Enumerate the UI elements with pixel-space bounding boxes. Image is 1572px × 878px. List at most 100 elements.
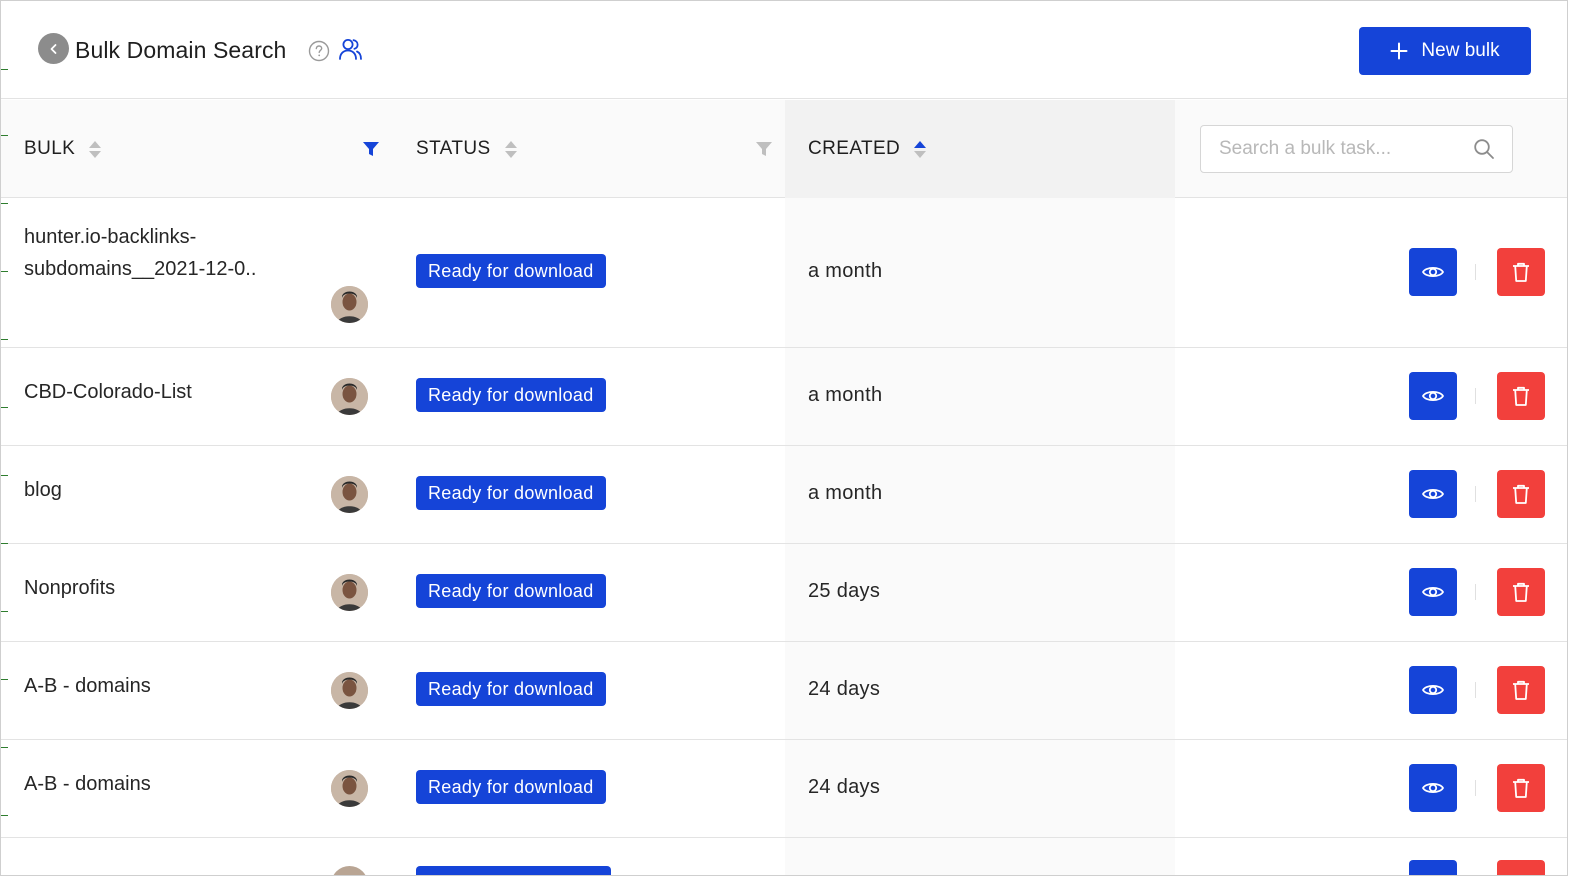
table-header: BULK STATUS CREATED (1, 100, 1567, 198)
column-header-created[interactable]: CREATED (808, 100, 927, 198)
delete-button[interactable] (1497, 372, 1545, 420)
created-date: 24 days (808, 678, 881, 700)
table-row: A-B - domains Ready for download 24 days (1, 642, 1567, 740)
eye-icon (1421, 684, 1445, 696)
table-row: A-B - domains Ready for download 24 days (1, 740, 1567, 838)
table-row (1, 838, 1567, 875)
edge-marker (1, 543, 8, 544)
view-button[interactable] (1409, 860, 1457, 875)
sort-ascending-icon[interactable] (914, 140, 927, 158)
column-header-status-label: STATUS (416, 138, 491, 159)
eye-icon (1421, 266, 1445, 278)
avatar (331, 574, 368, 611)
view-button[interactable] (1409, 372, 1457, 420)
avatar (331, 378, 368, 415)
status-badge: Ready for download (416, 574, 606, 608)
avatar (331, 672, 368, 709)
bulk-name[interactable]: hunter.io-backlinks- subdomains__2021-12… (24, 221, 256, 285)
table-row: Nonprofits Ready for download 25 days (1, 544, 1567, 642)
created-date: 25 days (808, 580, 881, 602)
action-divider (1475, 264, 1476, 280)
created-date: 24 days (808, 776, 881, 798)
question-circle-icon[interactable] (308, 40, 330, 62)
bulk-name[interactable]: blog (24, 474, 62, 506)
column-header-created-label: CREATED (808, 138, 901, 159)
edge-marker (1, 815, 8, 816)
trash-icon (1513, 386, 1529, 406)
column-header-bulk[interactable]: BULK (24, 100, 102, 198)
status-badge (416, 866, 611, 875)
eye-icon (1421, 488, 1445, 500)
back-button[interactable] (38, 33, 69, 64)
status-badge: Ready for download (416, 378, 606, 412)
action-divider (1475, 780, 1476, 796)
delete-button[interactable] (1497, 248, 1545, 296)
new-bulk-button[interactable]: New bulk (1359, 27, 1531, 75)
search-icon[interactable] (1473, 138, 1495, 160)
page-header: Bulk Domain Search New bulk (1, 1, 1567, 99)
sort-icon[interactable] (89, 140, 102, 158)
filter-icon[interactable] (755, 140, 773, 158)
avatar (331, 286, 368, 323)
table-row: CBD-Colorado-List Ready for download a m… (1, 348, 1567, 446)
edge-marker (1, 475, 8, 476)
avatar (331, 866, 368, 875)
edge-marker (1, 135, 8, 136)
eye-icon (1421, 586, 1445, 598)
users-icon[interactable] (338, 37, 363, 62)
bulk-search-field[interactable] (1200, 125, 1513, 173)
view-button[interactable] (1409, 568, 1457, 616)
chevron-left-icon (50, 43, 56, 54)
view-button[interactable] (1409, 764, 1457, 812)
action-divider (1475, 584, 1476, 600)
sort-icon[interactable] (504, 140, 517, 158)
action-divider (1475, 388, 1476, 404)
delete-button[interactable] (1497, 470, 1545, 518)
column-header-bulk-label: BULK (24, 138, 76, 159)
table-row: hunter.io-backlinks- subdomains__2021-12… (1, 198, 1567, 348)
avatar (331, 770, 368, 807)
edge-marker (1, 271, 8, 272)
table-row: blog Ready for download a month (1, 446, 1567, 544)
status-badge: Ready for download (416, 476, 606, 510)
status-badge: Ready for download (416, 254, 606, 288)
created-date: a month (808, 260, 883, 282)
trash-icon (1513, 582, 1529, 602)
new-bulk-label: New bulk (1421, 40, 1500, 61)
delete-button[interactable] (1497, 764, 1545, 812)
created-date: a month (808, 482, 883, 504)
edge-marker (1, 679, 8, 680)
edge-marker (1, 611, 8, 612)
eye-icon (1421, 782, 1445, 794)
bulk-name[interactable]: A-B - domains (24, 768, 151, 800)
view-button[interactable] (1409, 666, 1457, 714)
column-header-status[interactable]: STATUS (416, 100, 517, 198)
eye-icon (1421, 390, 1445, 402)
trash-icon (1513, 680, 1529, 700)
delete-button[interactable] (1497, 568, 1545, 616)
bulk-name[interactable]: Nonprofits (24, 572, 115, 604)
action-divider (1475, 486, 1476, 502)
edge-marker (1, 407, 8, 408)
plus-icon (1390, 42, 1408, 60)
status-badge: Ready for download (416, 770, 606, 804)
page-title: Bulk Domain Search (75, 37, 287, 63)
filter-icon[interactable] (362, 140, 380, 158)
edge-marker (1, 69, 8, 70)
status-badge: Ready for download (416, 672, 606, 706)
avatar (331, 476, 368, 513)
delete-button[interactable] (1497, 860, 1545, 875)
bulk-search-input[interactable] (1219, 138, 1464, 160)
edge-marker (1, 339, 8, 340)
created-date: a month (808, 384, 883, 406)
view-button[interactable] (1409, 248, 1457, 296)
edge-marker (1, 747, 8, 748)
delete-button[interactable] (1497, 666, 1545, 714)
bulk-name[interactable]: A-B - domains (24, 670, 151, 702)
trash-icon (1513, 778, 1529, 798)
view-button[interactable] (1409, 470, 1457, 518)
trash-icon (1513, 262, 1529, 282)
bulk-domain-search-page: Bulk Domain Search New bulk BULK STATUS … (0, 0, 1568, 876)
trash-icon (1513, 484, 1529, 504)
bulk-name[interactable]: CBD-Colorado-List (24, 376, 192, 408)
